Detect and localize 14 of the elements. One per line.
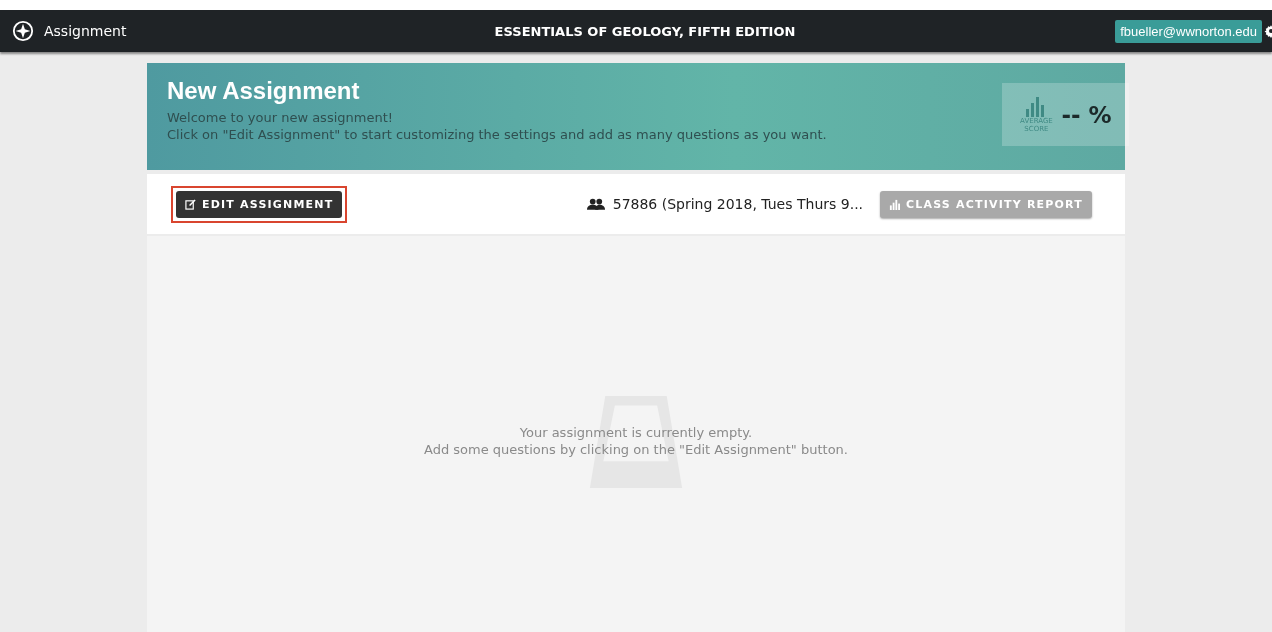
class-name[interactable]: 57886 (Spring 2018, Tues Thurs 9...: [612, 196, 864, 212]
welcome-text: Welcome to your new assignment!: [167, 109, 394, 126]
score-value: -- %: [1061, 101, 1112, 128]
bar-chart-icon: [889, 198, 901, 210]
empty-message: Add some questions by clicking on the "Edit Assignment" button.: [424, 441, 848, 458]
users-icon: [586, 198, 605, 210]
empty-message: Your assignment is currently empty.: [518, 424, 754, 441]
app-name: Assignment: [44, 23, 127, 39]
compass-icon: [12, 20, 34, 42]
edit-icon: [185, 198, 196, 210]
edit-assignment-button[interactable]: EDIT ASSIGNMENT: [176, 190, 343, 218]
book-title: ESSENTIALS OF GEOLOGY, FIFTH EDITION: [494, 23, 796, 39]
assignment-title: New Assignment: [167, 77, 361, 105]
welcome-text: Click on "Edit Assignment" to start customizing the settings and add as many questions as you want.: [167, 126, 827, 143]
